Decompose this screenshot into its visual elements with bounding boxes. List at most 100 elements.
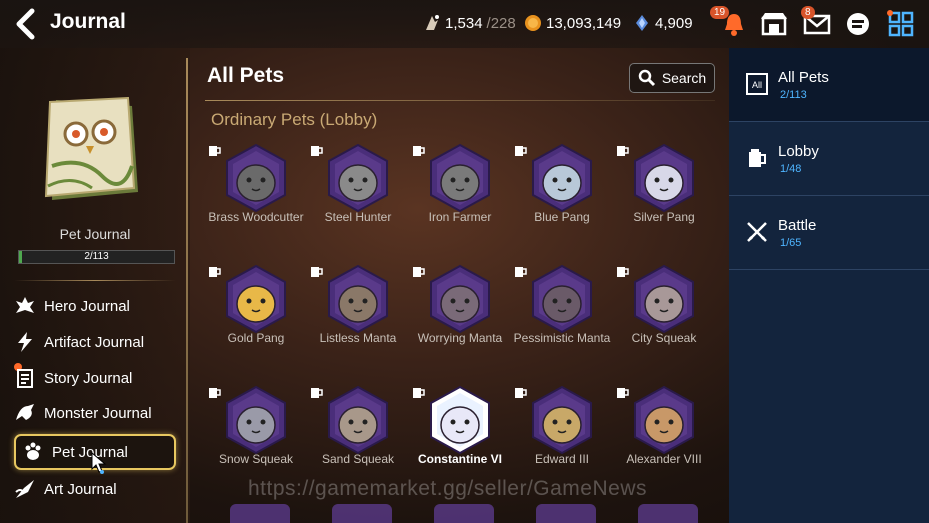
gold-resource[interactable]: 13,093,149 — [524, 14, 621, 32]
pet-portrait — [634, 143, 694, 213]
story-icon — [17, 369, 33, 388]
pet-name: Sand Squeak — [321, 452, 395, 466]
tab-label: Lobby — [778, 143, 819, 160]
pet-card[interactable]: Pessimistic Manta — [512, 262, 612, 380]
pet-partial-row — [536, 504, 596, 523]
pet-card[interactable]: Steel Hunter — [308, 141, 408, 259]
journal-progress-bar: 2/113 — [18, 250, 175, 264]
nav-art-journal[interactable]: Art Journal — [14, 473, 174, 505]
pet-portrait — [634, 264, 694, 334]
pet-card[interactable]: Gold Pang — [206, 262, 306, 380]
all-icon: All — [746, 73, 768, 95]
lobby-mug-icon — [311, 146, 323, 156]
chat-icon[interactable] — [845, 11, 871, 37]
search-button[interactable]: Search — [629, 63, 715, 93]
tab-all-pets[interactable]: All All Pets 2/113 — [729, 48, 929, 122]
journal-progress-text: 2/113 — [84, 251, 109, 262]
gold-value: 13,093,149 — [546, 14, 622, 32]
back-arrow-icon[interactable] — [12, 8, 40, 40]
content-title: All Pets — [207, 64, 285, 87]
left-separator — [14, 280, 176, 281]
pet-name: Steel Hunter — [324, 210, 392, 224]
tab-label: All Pets — [778, 69, 829, 86]
pet-card[interactable]: Iron Farmer — [410, 141, 510, 259]
nav-label: Monster Journal — [44, 404, 152, 422]
lobby-mug-icon — [311, 388, 323, 398]
pet-portrait — [532, 264, 592, 334]
pet-portrait — [328, 264, 388, 334]
nav-artifact-journal[interactable]: Artifact Journal — [14, 326, 174, 358]
notification-badge: 19 — [710, 6, 730, 19]
lobby-mug-icon — [209, 388, 221, 398]
pet-portrait — [430, 385, 490, 455]
skystone-icon — [636, 15, 648, 31]
search-label: Search — [661, 70, 707, 86]
paw-icon — [25, 442, 41, 460]
stamina-value: 1,534 — [445, 14, 483, 32]
skystone-resource[interactable]: 4,909 — [633, 14, 693, 32]
pet-journal-book-icon — [44, 96, 138, 200]
pet-card[interactable]: Blue Pang — [512, 141, 612, 259]
pet-name: Blue Pang — [534, 210, 590, 224]
pet-portrait — [430, 143, 490, 213]
search-icon — [638, 69, 655, 87]
pet-portrait — [226, 385, 286, 455]
pet-card[interactable]: Worrying Manta — [410, 262, 510, 380]
lobby-mug-icon — [413, 146, 425, 156]
pet-card[interactable]: Silver Pang — [614, 141, 714, 259]
tab-count: 2/113 — [780, 89, 807, 101]
lobby-mug-icon — [413, 267, 425, 277]
pet-name: Worrying Manta — [417, 331, 503, 345]
pet-name: Alexander VIII — [626, 452, 702, 466]
nav-label: Art Journal — [44, 480, 117, 498]
pet-portrait — [532, 385, 592, 455]
pet-card[interactable]: Brass Woodcutter — [206, 141, 306, 259]
pet-name: Silver Pang — [633, 210, 695, 224]
mail-badge: 8 — [801, 6, 815, 19]
gold-icon — [525, 15, 541, 31]
lobby-mug-icon — [311, 267, 323, 277]
page-title: Journal — [50, 10, 126, 33]
menu-grid-icon[interactable] — [887, 10, 915, 38]
shop-icon[interactable] — [760, 12, 788, 36]
pet-partial-row — [638, 504, 698, 523]
stamina-resource[interactable]: 1,534 /228 — [423, 14, 516, 32]
pet-partial-row — [230, 504, 290, 523]
panel-divider — [186, 58, 188, 523]
cursor-icon — [91, 452, 107, 474]
tab-lobby[interactable]: Lobby 1/48 — [729, 122, 929, 196]
stamina-icon — [426, 15, 439, 30]
artifact-icon — [18, 332, 32, 352]
pet-portrait — [328, 143, 388, 213]
nav-story-journal[interactable]: Story Journal — [14, 362, 174, 394]
svg-text:All: All — [752, 80, 762, 90]
lobby-mug-icon — [617, 388, 629, 398]
mug-icon — [749, 149, 766, 167]
hero-icon — [16, 297, 34, 313]
pet-card[interactable]: Listless Manta — [308, 262, 408, 380]
nav-hero-journal[interactable]: Hero Journal — [14, 290, 174, 322]
skystone-value: 4,909 — [655, 14, 693, 32]
tab-battle[interactable]: Battle 1/65 — [729, 196, 929, 270]
pet-name: Listless Manta — [319, 331, 397, 345]
pet-name: Brass Woodcutter — [208, 210, 304, 224]
lobby-mug-icon — [515, 267, 527, 277]
pet-name: Gold Pang — [227, 331, 285, 345]
stamina-max: /228 — [486, 14, 516, 32]
pet-portrait — [226, 264, 286, 334]
lobby-mug-icon — [617, 146, 629, 156]
pet-portrait — [328, 385, 388, 455]
nav-label: Story Journal — [44, 369, 133, 387]
art-icon — [15, 480, 34, 498]
nav-label: Hero Journal — [44, 297, 130, 315]
monster-icon — [16, 404, 34, 420]
lobby-mug-icon — [209, 267, 221, 277]
nav-label: Artifact Journal — [44, 333, 145, 351]
content-divider — [205, 100, 715, 101]
pet-name: Constantine VI — [417, 452, 502, 466]
pet-name: Edward III — [534, 452, 590, 466]
nav-monster-journal[interactable]: Monster Journal — [14, 397, 174, 429]
pet-partial-row — [332, 504, 392, 523]
pet-portrait — [430, 264, 490, 334]
pet-card[interactable]: City Squeak — [614, 262, 714, 380]
